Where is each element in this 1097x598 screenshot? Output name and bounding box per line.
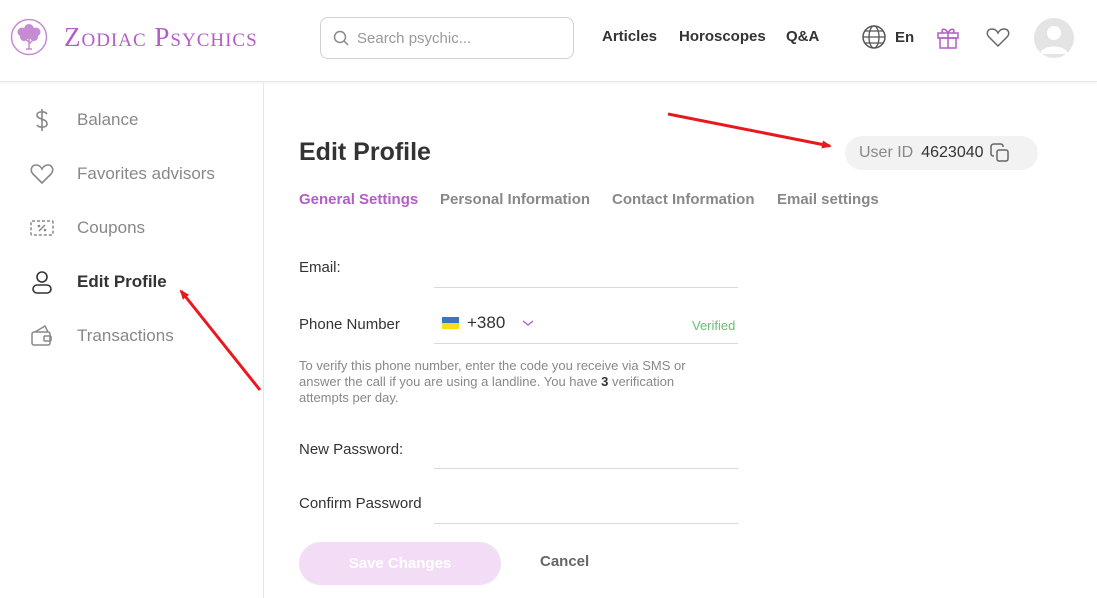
nav-qa[interactable]: Q&A: [786, 28, 819, 45]
verified-status: Verified: [692, 318, 736, 333]
email-underline: [434, 287, 738, 288]
phone-label: Phone Number: [299, 316, 400, 333]
sidebar-item-label: Edit Profile: [77, 272, 167, 291]
search-icon: [333, 30, 349, 46]
email-field[interactable]: [434, 252, 738, 286]
sidebar-item-balance[interactable]: Balance: [28, 105, 138, 135]
avatar[interactable]: [1034, 18, 1074, 58]
gift-icon[interactable]: [935, 24, 961, 50]
search-box[interactable]: [320, 17, 574, 59]
confirm-password-label: Confirm Password: [299, 495, 422, 512]
phone-underline: [434, 343, 738, 344]
tab-personal-information[interactable]: Personal Information: [440, 191, 590, 208]
phone-code: +380: [467, 313, 506, 332]
nav-articles[interactable]: Articles: [602, 28, 657, 45]
user-id-label: User ID: [859, 144, 914, 161]
globe-icon: [862, 25, 886, 49]
sidebar-item-label: Balance: [77, 110, 139, 129]
avatar-icon: [1040, 26, 1068, 54]
chevron-down-icon: [522, 320, 534, 326]
logo-text: Zodiac Psychics: [64, 21, 258, 52]
ukraine-flag-icon: [442, 317, 459, 329]
user-id-badge: User ID 4623040: [845, 136, 1038, 170]
tab-email-settings[interactable]: Email settings: [777, 191, 879, 208]
search-input[interactable]: [357, 29, 557, 47]
tree-logo-icon: [10, 18, 48, 56]
dollar-icon: [28, 106, 56, 134]
top-header: Zodiac Psychics Articles Horoscopes Q&A …: [0, 0, 1097, 82]
heart-icon[interactable]: [985, 24, 1011, 50]
page-title: Edit Profile: [299, 138, 431, 166]
wallet-icon: [28, 322, 56, 350]
sidebar: Balance Favorites advisors Coupons Edit …: [0, 83, 264, 598]
language-label: En: [895, 28, 915, 46]
save-changes-button[interactable]: Save Changes: [299, 542, 501, 585]
cancel-button[interactable]: Cancel: [540, 553, 589, 570]
sidebar-item-coupons[interactable]: Coupons: [28, 213, 145, 243]
nav-horoscopes[interactable]: Horoscopes: [679, 28, 766, 45]
arrow-to-user-id: [667, 112, 832, 149]
heart-icon: [28, 160, 56, 188]
country-code-selector[interactable]: +380: [442, 313, 535, 333]
copy-icon[interactable]: [989, 143, 1010, 163]
sidebar-item-label: Favorites advisors: [77, 164, 215, 183]
coupon-icon: [28, 214, 56, 242]
email-label: Email:: [299, 259, 341, 276]
site-logo[interactable]: Zodiac Psychics: [10, 18, 258, 56]
sidebar-item-edit-profile[interactable]: Edit Profile: [28, 267, 167, 297]
user-id-value: 4623040: [921, 144, 984, 161]
tab-contact-information[interactable]: Contact Information: [612, 191, 755, 208]
user-icon: [28, 268, 56, 296]
sidebar-item-favorites[interactable]: Favorites advisors: [28, 159, 215, 189]
sidebar-item-transactions[interactable]: Transactions: [28, 321, 174, 351]
tab-general-settings[interactable]: General Settings: [299, 191, 418, 208]
new-password-underline: [434, 468, 738, 469]
confirm-password-underline: [434, 523, 738, 524]
phone-number-field[interactable]: [560, 308, 685, 342]
language-selector[interactable]: En: [861, 24, 914, 50]
new-password-label: New Password:: [299, 441, 404, 458]
confirm-password-field[interactable]: [434, 488, 738, 522]
new-password-field[interactable]: [434, 434, 738, 468]
sidebar-item-label: Coupons: [77, 218, 146, 237]
phone-verification-hint: To verify this phone number, enter the c…: [299, 358, 699, 406]
sidebar-item-label: Transactions: [77, 326, 174, 345]
